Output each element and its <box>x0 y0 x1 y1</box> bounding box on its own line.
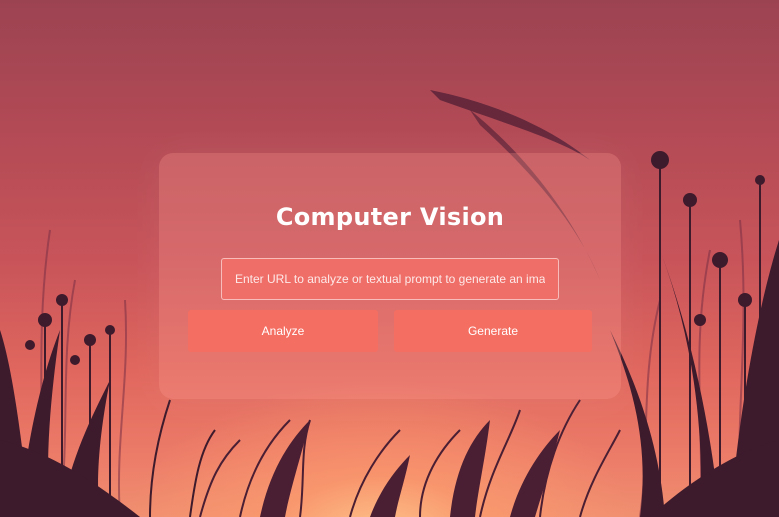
url-prompt-input[interactable] <box>221 258 559 300</box>
page-title: Computer Vision <box>275 203 505 231</box>
analyze-button[interactable]: Analyze <box>188 310 378 352</box>
generate-button[interactable]: Generate <box>394 310 592 352</box>
main-card: Computer Vision Analyze Generate <box>159 153 621 399</box>
